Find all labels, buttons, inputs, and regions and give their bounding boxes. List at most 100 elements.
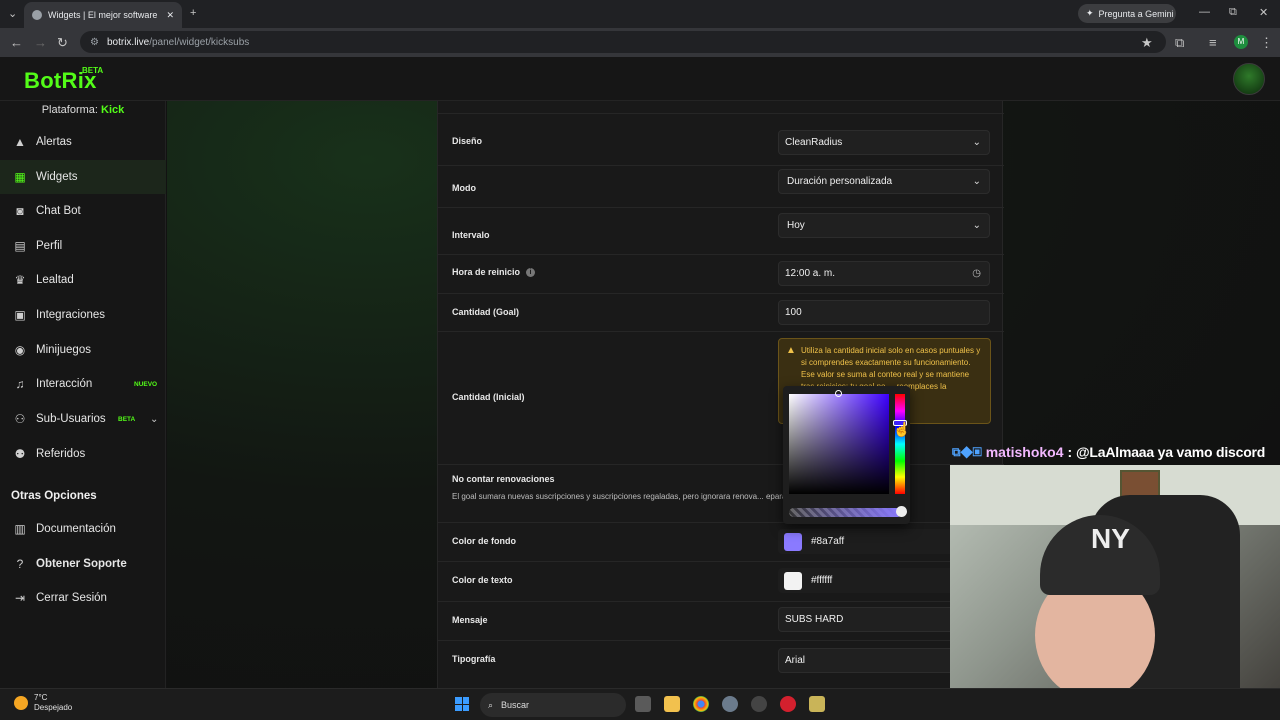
modo-select[interactable]: Duración personalizada ⌄ <box>778 169 990 194</box>
sidebar-item-widgets[interactable]: ▦ Widgets <box>0 160 166 194</box>
form-row-color-texto: Color de texto #ffffff <box>438 562 1004 602</box>
media-icon[interactable]: ≡ <box>1209 35 1217 50</box>
time-value: 12:00 a. m. <box>785 268 836 279</box>
file-explorer-icon[interactable] <box>664 696 680 712</box>
sidebar-item-interaccion[interactable]: ♫ Interacción NUEVO <box>0 367 166 401</box>
music-icon: ♫ <box>15 377 25 391</box>
field-label-with-info: Hora de reinicio i <box>452 267 536 278</box>
sidebar-item-label: Interacción <box>36 378 93 390</box>
form-row-top <box>438 101 1004 114</box>
weather-widget[interactable]: 7°C Despejado <box>14 693 72 713</box>
hora-input[interactable]: 12:00 a. m. ◷ <box>778 261 990 286</box>
color-swatch[interactable] <box>784 571 802 590</box>
profile-avatar[interactable]: M <box>1234 35 1248 49</box>
webcam-feed: NY <box>950 465 1280 720</box>
intervalo-select[interactable]: Hoy ⌄ <box>778 213 990 238</box>
back-icon[interactable]: ← <box>10 35 23 50</box>
task-view-icon[interactable] <box>635 696 651 712</box>
obs-icon[interactable] <box>751 696 767 712</box>
sidebar-item-documentacion[interactable]: ▥ Documentación <box>0 512 166 546</box>
windows-start-icon[interactable] <box>455 697 469 711</box>
forward-icon[interactable]: → <box>34 35 47 50</box>
sidebar-item-integraciones[interactable]: ▣ Integraciones <box>0 298 166 332</box>
chrome-icon[interactable] <box>693 696 709 712</box>
chevron-down-icon: ⌄ <box>972 137 981 148</box>
logo-beta-badge: BETA <box>82 66 104 75</box>
chevron-down-icon[interactable]: ⌄ <box>150 414 158 425</box>
select-value: Hoy <box>787 220 805 231</box>
field-label: Modo <box>452 183 476 193</box>
sidebar-item-label: Sub-Usuarios <box>36 413 106 425</box>
browser-tab[interactable]: Widgets | El mejor software par ✕ <box>24 2 182 28</box>
diseno-select[interactable]: CleanRadius ⌄ <box>778 130 990 155</box>
id-card-icon: ▤ <box>14 239 26 253</box>
help-icon: ? <box>16 557 24 571</box>
app-header: BotRix BETA <box>0 57 1280 101</box>
tab-close-icon[interactable]: ✕ <box>166 10 174 21</box>
sidebar-item-label: Perfil <box>36 240 63 252</box>
minimize-button[interactable]: — <box>1199 6 1210 18</box>
field-label: Diseño <box>452 136 483 146</box>
browser-menu-icon[interactable]: ⋮ <box>1260 35 1273 51</box>
saturation-handle[interactable] <box>835 390 842 397</box>
sidebar-item-chat-bot[interactable]: ◙ Chat Bot <box>0 194 166 228</box>
clock-icon[interactable]: ◷ <box>972 268 981 279</box>
site-info-icon[interactable]: ⚙ <box>90 37 99 48</box>
cap-logo: NY <box>1091 523 1130 554</box>
saturation-value-area[interactable] <box>789 394 889 494</box>
field-label: Cantidad (Inicial) <box>452 392 525 402</box>
chat-username: matishoko4 <box>985 444 1064 460</box>
sidebar-item-alertas[interactable]: ▲ Alertas <box>0 125 166 159</box>
sidebar-item-sub-usuarios[interactable]: ⚇ Sub-Usuarios BETA ⌄ <box>0 402 166 436</box>
field-label: Intervalo <box>452 230 490 240</box>
sidebar-item-label: Alertas <box>36 136 72 148</box>
sidebar-item-lealtad[interactable]: ♛ Lealtad <box>0 263 166 297</box>
field-label: Tipografía <box>452 654 496 664</box>
trophy-icon: ♛ <box>14 273 26 287</box>
app-red-icon[interactable] <box>780 696 796 712</box>
tab-list-button[interactable]: ⌄ <box>8 7 17 20</box>
form-row-color-fondo: Color de fondo #8a7aff <box>438 523 1004 562</box>
sidebar-item-cerrar-sesion[interactable]: ⇥ Cerrar Sesión <box>0 581 166 615</box>
alpha-handle[interactable] <box>896 506 907 517</box>
close-window-button[interactable]: ✕ <box>1259 6 1268 19</box>
new-tab-button[interactable]: + <box>190 7 196 19</box>
field-label: Mensaje <box>452 615 488 625</box>
sidebar-item-referidos[interactable]: ⚉ Referidos <box>0 437 166 471</box>
info-icon[interactable]: i <box>526 268 536 278</box>
chevron-down-icon: ⌄ <box>972 220 981 231</box>
restore-button[interactable]: ⧉ <box>1229 6 1237 19</box>
sidebar-item-label: Minijuegos <box>36 344 91 356</box>
reload-icon[interactable]: ↻ <box>57 35 68 51</box>
robot-icon: ◙ <box>16 204 24 218</box>
favicon-icon <box>32 10 42 20</box>
address-bar[interactable]: ⚙ botrix.live/panel/widget/kicksubs <box>80 31 1166 53</box>
color-swatch[interactable] <box>784 532 802 551</box>
weather-desc: Despejado <box>34 703 73 712</box>
browser-titlebar: ⌄ Widgets | El mejor software par ✕ + ✦ … <box>0 0 1280 28</box>
input-value: 100 <box>785 307 802 318</box>
mouse-cursor-icon: ☝ <box>893 421 911 437</box>
platform-indicator: Plataforma: Kick <box>0 104 166 116</box>
hue-slider[interactable] <box>895 394 905 494</box>
form-row-tipografia: Tipografía Arial <box>438 641 1004 688</box>
bookmark-star-icon[interactable]: ★ <box>1141 35 1153 51</box>
field-label: Cantidad (Goal) <box>452 307 519 317</box>
goal-input[interactable]: 100 <box>778 300 990 325</box>
gemini-label: Pregunta a Gemini <box>1098 8 1174 19</box>
url-path: /panel/widget/kicksubs <box>149 36 250 48</box>
sidebar-item-minijuegos[interactable]: ◉ Minijuegos <box>0 333 166 367</box>
gemini-button[interactable]: ✦ Pregunta a Gemini <box>1078 4 1176 23</box>
extensions-icon[interactable]: ⧉ <box>1175 35 1184 51</box>
alpha-slider[interactable] <box>789 508 902 517</box>
app-yellow-icon[interactable] <box>809 696 825 712</box>
settings-icon[interactable] <box>722 696 738 712</box>
form-row-renovaciones: No contar renovaciones El goal sumara nu… <box>438 465 1004 523</box>
user-avatar[interactable] <box>1233 63 1265 95</box>
sidebar-item-perfil[interactable]: ▤ Perfil <box>0 229 166 263</box>
form-row-modo: Modo Duración personalizada ⌄ <box>438 166 1004 208</box>
sidebar-item-soporte[interactable]: ? Obtener Soporte <box>0 547 166 581</box>
form-row-goal: Cantidad (Goal) 100 <box>438 294 1004 332</box>
taskbar-search[interactable]: ⌕ Buscar <box>480 693 626 717</box>
beta-badge: BETA <box>118 415 136 423</box>
